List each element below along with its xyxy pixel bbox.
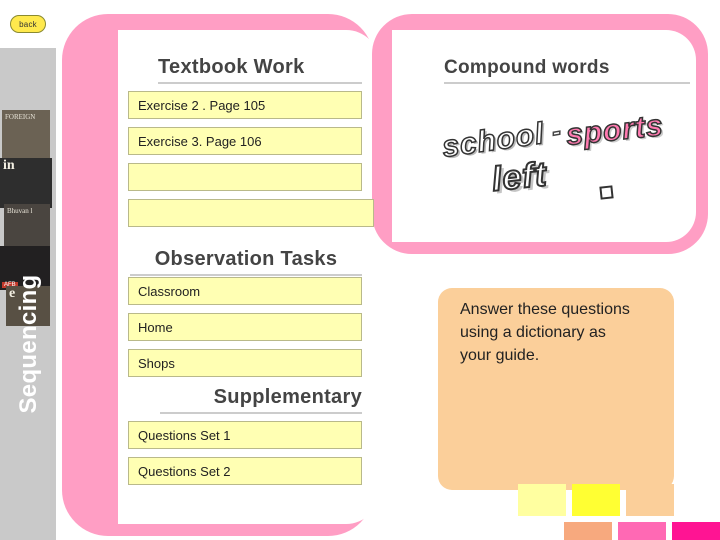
supplementary-heading: Supplementary <box>160 386 362 414</box>
observation-item-shops[interactable]: Shops <box>128 349 362 377</box>
textbook-item[interactable]: Exercise 2 . Page 105 <box>128 91 362 119</box>
textbook-item[interactable] <box>128 199 374 227</box>
collage-scrap: in <box>0 158 52 208</box>
collage-scrap: Bhuvan l <box>4 204 50 250</box>
color-swatch <box>672 522 720 540</box>
back-button-label: back <box>10 15 46 33</box>
observation-item-home[interactable]: Home <box>128 313 362 341</box>
color-swatch <box>572 484 620 516</box>
color-swatch <box>564 522 612 540</box>
supplementary-item-set-2[interactable]: Questions Set 2 <box>128 457 362 485</box>
wordart-dash: - <box>549 115 564 148</box>
left-sidebar-strip: back FOREIGN in Bhuvan l AFB e Sequencin… <box>0 0 56 540</box>
color-swatch <box>518 484 566 516</box>
color-swatch <box>626 484 674 516</box>
collage-scrap-text: FOREIGN <box>5 113 36 121</box>
textbook-item[interactable] <box>128 163 362 191</box>
observation-item-classroom[interactable]: Classroom <box>128 277 362 305</box>
compound-words-wordart: school - sports left <box>439 108 665 208</box>
textbook-item[interactable]: Exercise 3. Page 106 <box>128 127 362 155</box>
compound-words-heading: Compound words <box>444 57 690 84</box>
color-swatch <box>618 522 666 540</box>
wordart-left: left <box>489 154 550 200</box>
collage-scrap-text: Bhuvan l <box>7 207 33 215</box>
observation-heading: Observation Tasks <box>130 248 362 276</box>
wordart-trailing-mark <box>599 185 614 200</box>
back-button[interactable]: back <box>0 0 56 48</box>
supplementary-item-set-1[interactable]: Questions Set 1 <box>128 421 362 449</box>
dictionary-instruction-text: Answer these questions using a dictionar… <box>460 301 630 364</box>
collage-scrap: FOREIGN <box>2 110 50 162</box>
collage-scrap-text: in <box>3 158 15 173</box>
textbook-heading: Textbook Work <box>158 56 362 84</box>
slide-page: back FOREIGN in Bhuvan l AFB e Sequencin… <box>0 0 720 540</box>
sequencing-vertical-label: Sequencing <box>15 274 42 414</box>
